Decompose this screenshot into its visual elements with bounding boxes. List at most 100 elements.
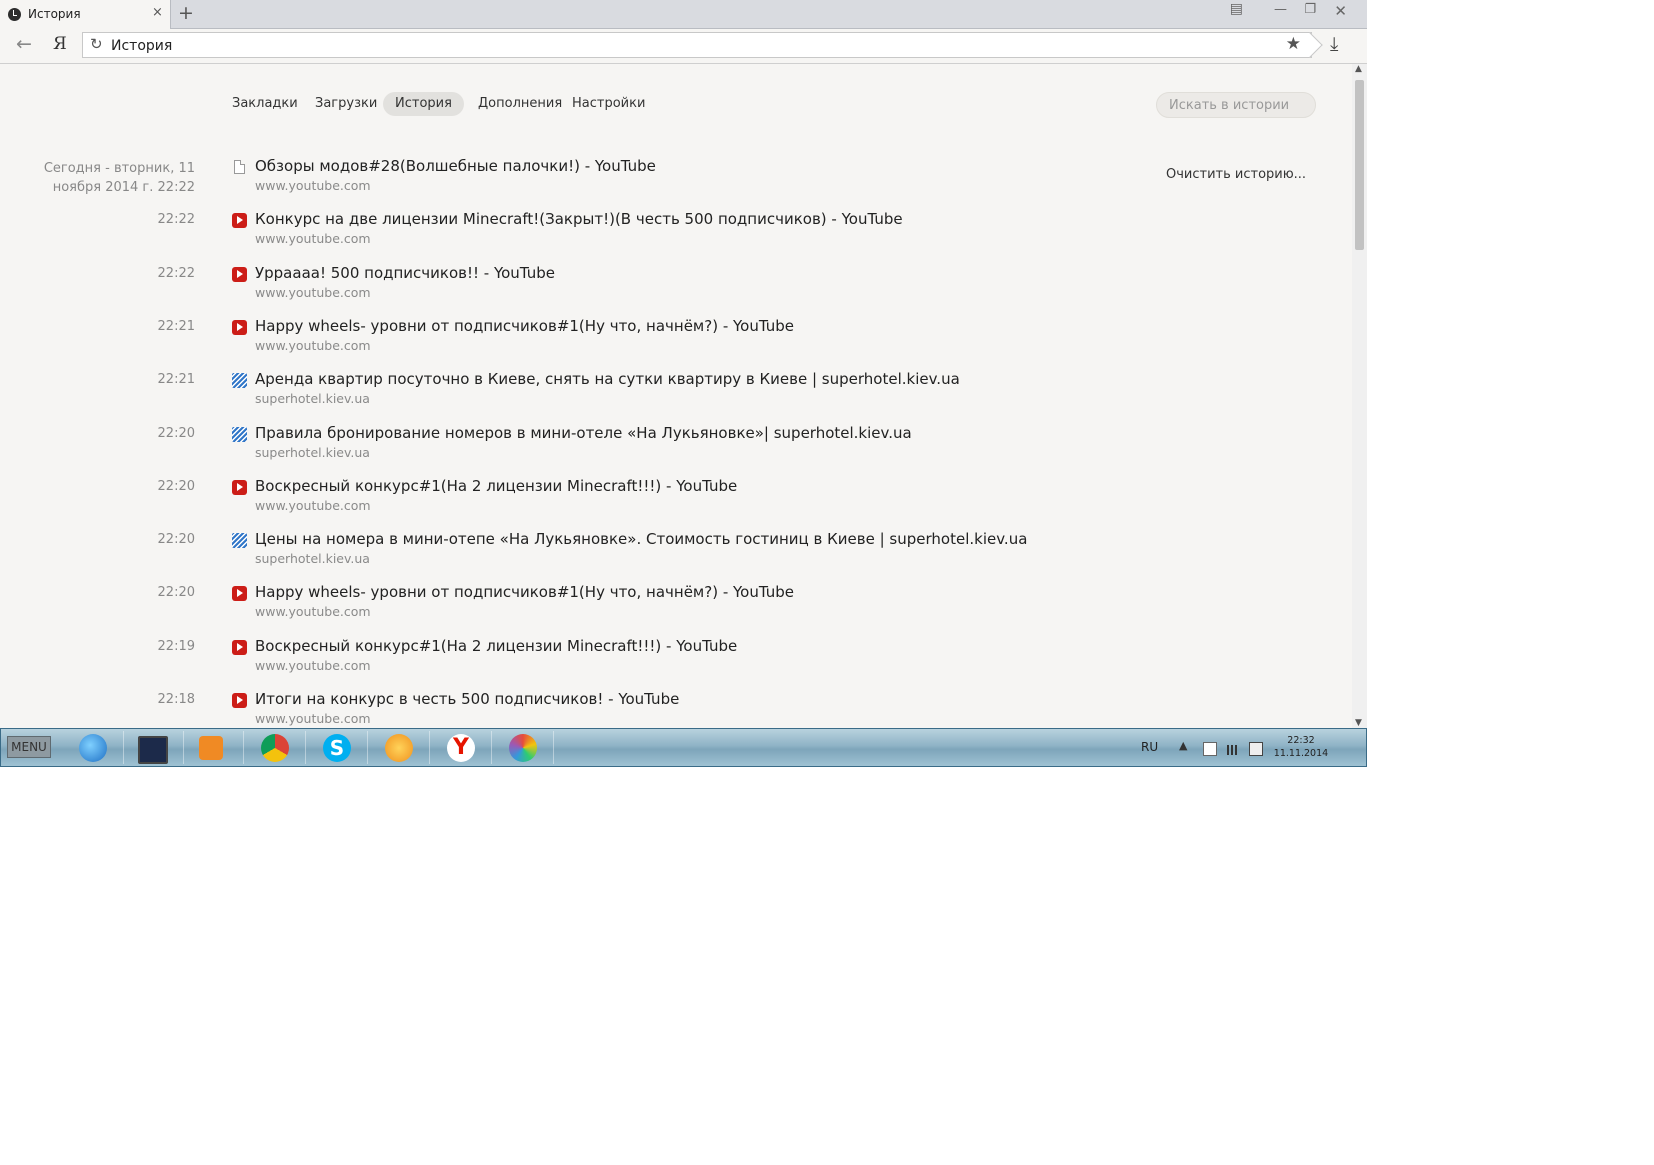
tab-history-page[interactable]: История <box>383 92 464 116</box>
history-entry[interactable]: 22:22 Урраааа! 500 подписчиков!! - YouTub… <box>0 263 1300 313</box>
close-window-button[interactable]: ✕ <box>1334 2 1347 20</box>
scroll-down-icon[interactable]: ▼ <box>1355 718 1362 728</box>
history-entry-title[interactable]: Урраааа! 500 подписчиков!! - YouTube <box>255 264 555 282</box>
history-entry[interactable]: 22:21 Happy wheels- уровни от подписчиков… <box>0 316 1300 366</box>
skype-icon: S <box>323 734 351 762</box>
history-entry-title[interactable]: Правила бронирование номеров в мини-отел… <box>255 424 912 442</box>
history-entry-url: www.youtube.com <box>255 497 371 513</box>
history-entry-time: 22:20 <box>157 532 195 548</box>
history-entry-title[interactable]: Конкурс на две лицензии Minecraft!(Закры… <box>255 210 903 228</box>
superhotel-icon <box>232 533 247 549</box>
system-tray: RU ▲ 22:32 11.11.2014 <box>1141 733 1356 763</box>
taskbar-game[interactable] <box>371 731 430 764</box>
network-error-icon[interactable] <box>1203 742 1217 756</box>
history-entry-url: superhotel.kiev.ua <box>255 444 370 460</box>
tray-clock[interactable]: 22:32 11.11.2014 <box>1271 734 1331 760</box>
game-app-icon <box>385 734 413 762</box>
history-entry[interactable]: 22:20 Happy wheels- уровни от подписчиков… <box>0 582 1300 632</box>
youtube-icon <box>232 213 247 229</box>
scrollbar-thumb[interactable] <box>1355 80 1364 250</box>
history-entry-title[interactable]: Цены на номера в мини-отепе «На Лукьянов… <box>255 530 1027 548</box>
address-bar[interactable]: ↻ История ★ <box>82 32 1323 58</box>
taskbar: MENU S Y RU ▲ 22:32 11.11.2014 <box>0 728 1367 767</box>
history-entry[interactable]: 22:21 Аренда квартир посуточно в Киеве, с… <box>0 369 1300 419</box>
superhotel-icon <box>232 426 247 442</box>
taskbar-chrome[interactable] <box>247 731 306 764</box>
history-search <box>1156 92 1316 118</box>
internet-explorer-icon <box>79 734 107 762</box>
taskbar-ie[interactable] <box>65 731 124 764</box>
taskbar-skype[interactable]: S <box>309 731 368 764</box>
close-tab-icon[interactable]: × <box>152 5 163 20</box>
history-entry-time: 22:18 <box>157 692 195 707</box>
browser-window: История × + ▤ — ❐ ✕ ← Я ↻ История ★ ⤓ За… <box>0 0 1367 767</box>
page-icon <box>234 160 245 174</box>
chrome-icon <box>261 734 289 762</box>
new-tab-button[interactable]: + <box>178 2 194 24</box>
scroll-up-icon[interactable]: ▲ <box>1355 64 1362 74</box>
minimize-button[interactable]: — <box>1274 2 1287 17</box>
tab-downloads[interactable]: Загрузки <box>303 92 389 116</box>
history-entry-title[interactable]: Итоги на конкурс в честь 500 подписчиков… <box>255 690 679 708</box>
history-entry-title[interactable]: Happy wheels- уровни от подписчиков#1(Ну… <box>255 317 794 335</box>
tab-extensions[interactable]: Дополнения <box>466 92 574 116</box>
history-entry[interactable]: 22:22 Конкурс на две лицензии Minecraft!(… <box>0 209 1300 259</box>
youtube-icon <box>232 319 247 335</box>
history-entry[interactable]: 22:20 Цены на номера в мини-отепе «На Лук… <box>0 529 1300 579</box>
taskbar-yandex[interactable]: Y <box>433 731 492 764</box>
history-entry-time: 22:20 <box>157 478 195 494</box>
tabs-list-icon[interactable]: ▤ <box>1230 1 1243 17</box>
history-entry-time: 22:19 <box>157 638 195 654</box>
power-icon[interactable] <box>1249 742 1263 756</box>
tray-expand-icon[interactable]: ▲ <box>1179 739 1187 752</box>
tab-strip: История × + ▤ — ❐ ✕ <box>0 0 1367 29</box>
history-entry[interactable]: 22:20 Правила бронирование номеров в мини… <box>0 423 1300 473</box>
language-indicator[interactable]: RU <box>1141 740 1158 754</box>
tab-settings[interactable]: Настройки <box>560 92 657 116</box>
history-entry[interactable]: 22:18 Итоги на конкурс в честь 500 подпис… <box>0 689 1300 728</box>
history-entry-time: 22:22 <box>157 212 195 228</box>
start-menu-button[interactable]: MENU <box>7 736 51 758</box>
scrollbar[interactable]: ▲ ▼ <box>1352 64 1367 728</box>
taskbar-paint[interactable] <box>495 731 554 764</box>
history-entry-time: 22:20 <box>157 585 195 601</box>
downloads-icon[interactable]: ⤓ <box>1330 33 1338 55</box>
history-entry-title[interactable]: Воскресный конкурс#1(На 2 лицензии Minec… <box>255 637 737 655</box>
history-entry-url: www.youtube.com <box>255 711 371 726</box>
yandex-browser-icon: Y <box>447 734 475 762</box>
history-entry-url: superhotel.kiev.ua <box>255 391 370 407</box>
history-entry-url: www.youtube.com <box>255 284 371 300</box>
history-entry[interactable]: Сегодня - вторник, 11 ноября 2014 г. 22:… <box>0 156 1300 206</box>
history-entry-title[interactable]: Аренда квартир посуточно в Киеве, снять … <box>255 370 960 388</box>
history-entry-time: 22:21 <box>157 318 195 334</box>
history-entry-title[interactable]: Воскресный конкурс#1(На 2 лицензии Minec… <box>255 477 737 495</box>
paint-icon <box>509 734 537 762</box>
history-search-input[interactable] <box>1167 97 1311 114</box>
address-arrow <box>1297 32 1323 58</box>
history-entry-url: www.youtube.com <box>255 657 371 673</box>
history-entry[interactable]: 22:20 Воскресный конкурс#1(На 2 лицензии … <box>0 476 1300 526</box>
clock-time: 22:32 <box>1287 735 1315 746</box>
history-page: Закладки Загрузки История Дополнения Нас… <box>0 64 1352 728</box>
reload-icon[interactable]: ↻ <box>90 35 103 53</box>
restore-button[interactable]: ❐ <box>1304 2 1316 17</box>
tab-history[interactable]: История × <box>0 0 171 29</box>
taskbar-monitor[interactable] <box>125 731 184 764</box>
clock-icon <box>8 8 21 21</box>
history-entry[interactable]: 22:19 Воскресный конкурс#1(На 2 лицензии … <box>0 636 1300 686</box>
history-entry-time: 22:22 <box>157 265 195 281</box>
tab-bookmarks[interactable]: Закладки <box>220 92 310 116</box>
taskbar-media-player[interactable] <box>185 731 244 764</box>
history-entry-url: superhotel.kiev.ua <box>255 551 370 567</box>
youtube-icon <box>232 693 247 708</box>
back-button[interactable]: ← <box>16 33 32 55</box>
media-player-icon <box>199 736 223 760</box>
history-entry-title[interactable]: Обзоры модов#28(Волшебные палочки!) - Yo… <box>255 157 656 175</box>
monitor-app-icon <box>138 736 168 764</box>
yandex-button[interactable]: Я <box>53 34 67 54</box>
address-text: История <box>111 38 173 54</box>
history-entry-title[interactable]: Happy wheels- уровни от подписчиков#1(Ну… <box>255 583 794 601</box>
superhotel-icon <box>232 373 247 389</box>
youtube-icon <box>232 586 247 602</box>
signal-icon[interactable] <box>1227 745 1241 755</box>
